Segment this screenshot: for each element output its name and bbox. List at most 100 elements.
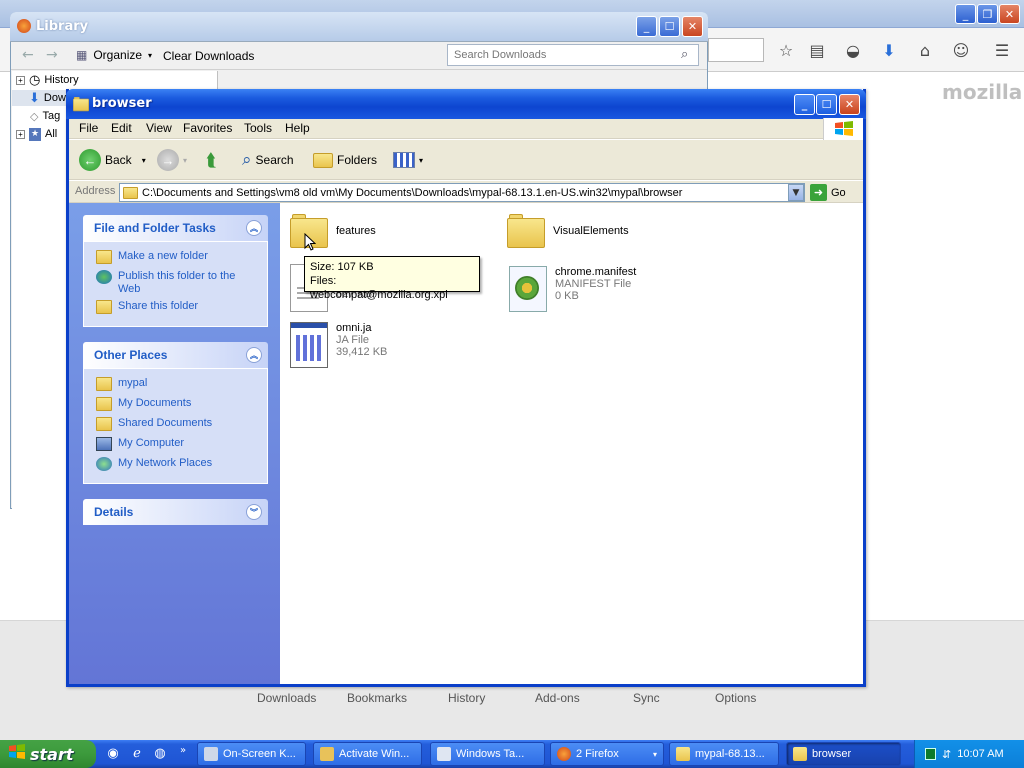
- views-button[interactable]: ▾: [393, 146, 423, 174]
- task-on-screen-keyboard[interactable]: On-Screen K...: [197, 742, 306, 766]
- quicklaunch-firefox-icon[interactable]: ◍: [151, 744, 169, 762]
- up-folder-button[interactable]: ⮬: [206, 146, 217, 174]
- address-text: C:\Documents and Settings\vm8 old vm\My …: [142, 186, 683, 199]
- place-my-computer-link[interactable]: My Computer: [96, 437, 184, 451]
- address-dropdown-button[interactable]: ▼: [788, 184, 804, 201]
- file-item-chrome-manifest[interactable]: chrome.manifest MANIFEST File 0 KB: [509, 266, 636, 312]
- go-button[interactable]: ➜ Go: [810, 183, 846, 202]
- bookmark-star-icon[interactable]: ☆: [776, 40, 796, 60]
- my-documents-icon: [96, 397, 112, 411]
- start-button[interactable]: start: [0, 740, 96, 768]
- place-mypal-link[interactable]: mypal: [96, 377, 147, 391]
- address-label: Address: [75, 185, 116, 197]
- firefox-minimize-button[interactable]: _: [955, 4, 976, 24]
- clear-downloads-button[interactable]: Clear Downloads: [163, 49, 254, 63]
- firefox-close-button[interactable]: ✕: [999, 4, 1020, 24]
- footer-tab-addons[interactable]: Add-ons: [535, 691, 580, 705]
- tree-item-tags[interactable]: ◇ Tag: [30, 108, 60, 124]
- footer-tab-options[interactable]: Options: [715, 691, 756, 705]
- explorer-close-button[interactable]: ✕: [839, 94, 860, 115]
- forward-arrow-icon[interactable]: →: [46, 47, 58, 63]
- menu-view[interactable]: View: [146, 121, 172, 135]
- firefox-restore-button[interactable]: ❐: [977, 4, 998, 24]
- organize-label: Organize: [93, 48, 143, 62]
- file-item-features[interactable]: features: [290, 214, 376, 248]
- panel-title: Details: [94, 505, 134, 519]
- tree-label: History: [44, 74, 79, 86]
- make-new-folder-link[interactable]: Make a new folder: [96, 250, 208, 264]
- expand-icon[interactable]: +: [16, 75, 25, 85]
- hamburger-menu-icon[interactable]: ☰: [992, 40, 1012, 60]
- publish-folder-link[interactable]: Publish this folder to the Web: [96, 270, 246, 296]
- quicklaunch-ie-icon[interactable]: ℯ: [128, 744, 146, 762]
- footer-tab-history[interactable]: History: [448, 691, 485, 705]
- task-mypal-folder[interactable]: mypal-68.13...: [669, 742, 779, 766]
- menu-favorites[interactable]: Favorites: [183, 121, 232, 135]
- task-firefox-group[interactable]: 2 Firefox ▾: [550, 742, 664, 766]
- details-header[interactable]: Details ︾: [83, 499, 268, 525]
- place-my-network-places-link[interactable]: My Network Places: [96, 457, 212, 471]
- network-icon: [96, 457, 112, 471]
- explorer-minimize-button[interactable]: _: [794, 94, 815, 115]
- task-label: browser: [812, 748, 852, 760]
- forward-button[interactable]: → ▾: [157, 146, 187, 174]
- task-label: Windows Ta...: [456, 748, 525, 760]
- chevron-down-icon: ▾: [652, 749, 657, 759]
- file-item-omni-ja[interactable]: omni.ja JA File 39,412 KB: [290, 322, 387, 368]
- quicklaunch-more-chevron-icon[interactable]: »: [174, 741, 192, 759]
- library-titlebar[interactable]: [10, 12, 708, 42]
- smiley-feedback-icon[interactable]: ☺: [951, 40, 971, 60]
- task-windows-task-manager[interactable]: Windows Ta...: [430, 742, 545, 766]
- back-button[interactable]: ← Back ▾: [79, 146, 146, 174]
- expand-icon[interactable]: +: [16, 129, 25, 139]
- footer-tab-sync[interactable]: Sync: [633, 691, 660, 705]
- explorer-maximize-button[interactable]: ☐: [816, 94, 837, 115]
- library-maximize-button[interactable]: ☐: [659, 16, 680, 37]
- footer-tab-downloads[interactable]: Downloads: [257, 691, 316, 705]
- home-icon[interactable]: ⌂: [915, 40, 935, 60]
- search-button[interactable]: ⌕ Search: [242, 146, 294, 174]
- collapse-chevron-icon[interactable]: ︽: [246, 347, 262, 363]
- file-size: 0 KB: [555, 290, 579, 302]
- reader-list-icon[interactable]: ▤: [807, 40, 827, 60]
- collapse-chevron-icon[interactable]: ︽: [246, 220, 262, 236]
- search-icon[interactable]: ⌕: [681, 47, 688, 62]
- footer-tab-bookmarks[interactable]: Bookmarks: [347, 691, 407, 705]
- back-arrow-icon[interactable]: ←: [22, 47, 34, 63]
- address-input[interactable]: C:\Documents and Settings\vm8 old vm\My …: [119, 183, 805, 202]
- clock[interactable]: 10:07 AM: [957, 748, 1003, 760]
- folders-button[interactable]: Folders: [313, 146, 377, 174]
- place-my-documents-link[interactable]: My Documents: [96, 397, 191, 411]
- tree-item-all-bookmarks[interactable]: + ★ All: [16, 126, 57, 142]
- task-activate-windows[interactable]: Activate Win...: [313, 742, 422, 766]
- expand-chevron-icon[interactable]: ︾: [246, 504, 262, 520]
- tray-network-icon[interactable]: ⇵: [942, 748, 951, 761]
- file-folder-tasks-header[interactable]: File and Folder Tasks ︽: [83, 215, 268, 241]
- other-places-header[interactable]: Other Places ︽: [83, 342, 268, 368]
- up-folder-icon: ⮬: [206, 149, 217, 170]
- quicklaunch-browser-icon[interactable]: ◉: [104, 744, 122, 762]
- tree-item-history[interactable]: + ◷ History: [16, 72, 79, 88]
- menu-file[interactable]: File: [79, 121, 98, 135]
- folders-icon: [313, 152, 333, 168]
- file-item-visualelements[interactable]: VisualElements: [507, 214, 629, 248]
- windows-logo-icon: [823, 118, 863, 140]
- file-name: features: [336, 225, 376, 237]
- task-browser-folder[interactable]: browser: [786, 742, 901, 766]
- share-folder-link[interactable]: Share this folder: [96, 300, 198, 314]
- explorer-titlebar[interactable]: [66, 89, 866, 119]
- menu-help[interactable]: Help: [285, 121, 310, 135]
- place-shared-documents-link[interactable]: Shared Documents: [96, 417, 212, 431]
- organize-icon: ▦: [76, 48, 88, 62]
- pocket-icon[interactable]: ◒: [843, 40, 863, 60]
- menu-tools[interactable]: Tools: [244, 121, 272, 135]
- downloads-arrow-icon[interactable]: ⬇: [879, 40, 899, 60]
- firefox-url-bar[interactable]: [708, 38, 764, 62]
- tray-app-icon[interactable]: [925, 748, 936, 760]
- search-downloads-input[interactable]: Search Downloads: [447, 44, 699, 66]
- library-minimize-button[interactable]: _: [636, 16, 657, 37]
- clock-icon: ◷: [29, 72, 41, 87]
- organize-button[interactable]: ▦ Organize ▾: [76, 48, 152, 62]
- library-close-button[interactable]: ✕: [682, 16, 703, 37]
- menu-edit[interactable]: Edit: [111, 121, 132, 135]
